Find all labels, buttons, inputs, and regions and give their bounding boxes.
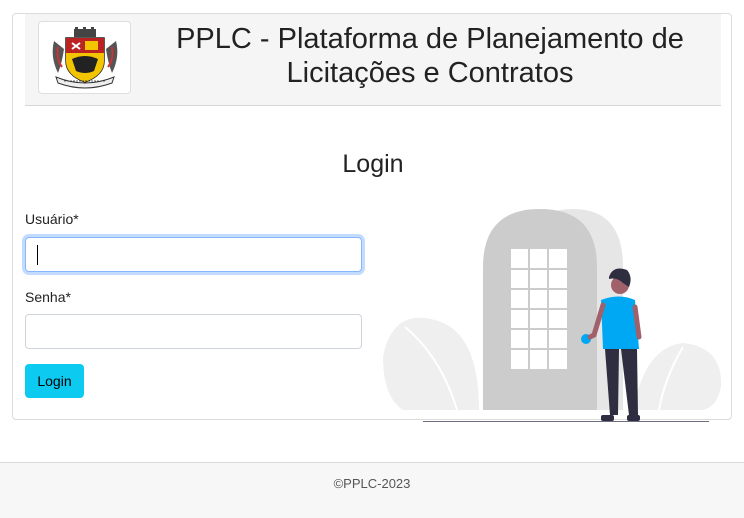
copyright-text: ©PPLC-2023 [333, 476, 411, 491]
password-field[interactable] [25, 314, 362, 349]
login-button[interactable]: Login [25, 364, 84, 398]
app-title: PPLC - Plataforma de Planejamento de Lic… [176, 23, 684, 89]
coat-of-arms-icon [52, 26, 117, 88]
text-caret [37, 245, 38, 265]
logo [38, 21, 131, 94]
username-label: Usuário* [25, 211, 79, 227]
person-at-door-illustration [383, 209, 722, 422]
username-field[interactable] [25, 237, 362, 272]
login-card: PPLC - Plataforma de Planejamento de Lic… [12, 13, 732, 422]
login-heading: Login [342, 150, 404, 178]
password-label: Senha* [25, 289, 71, 305]
card-header: PPLC - Plataforma de Planejamento de Lic… [25, 14, 721, 106]
footer: ©PPLC-2023 [0, 462, 744, 518]
